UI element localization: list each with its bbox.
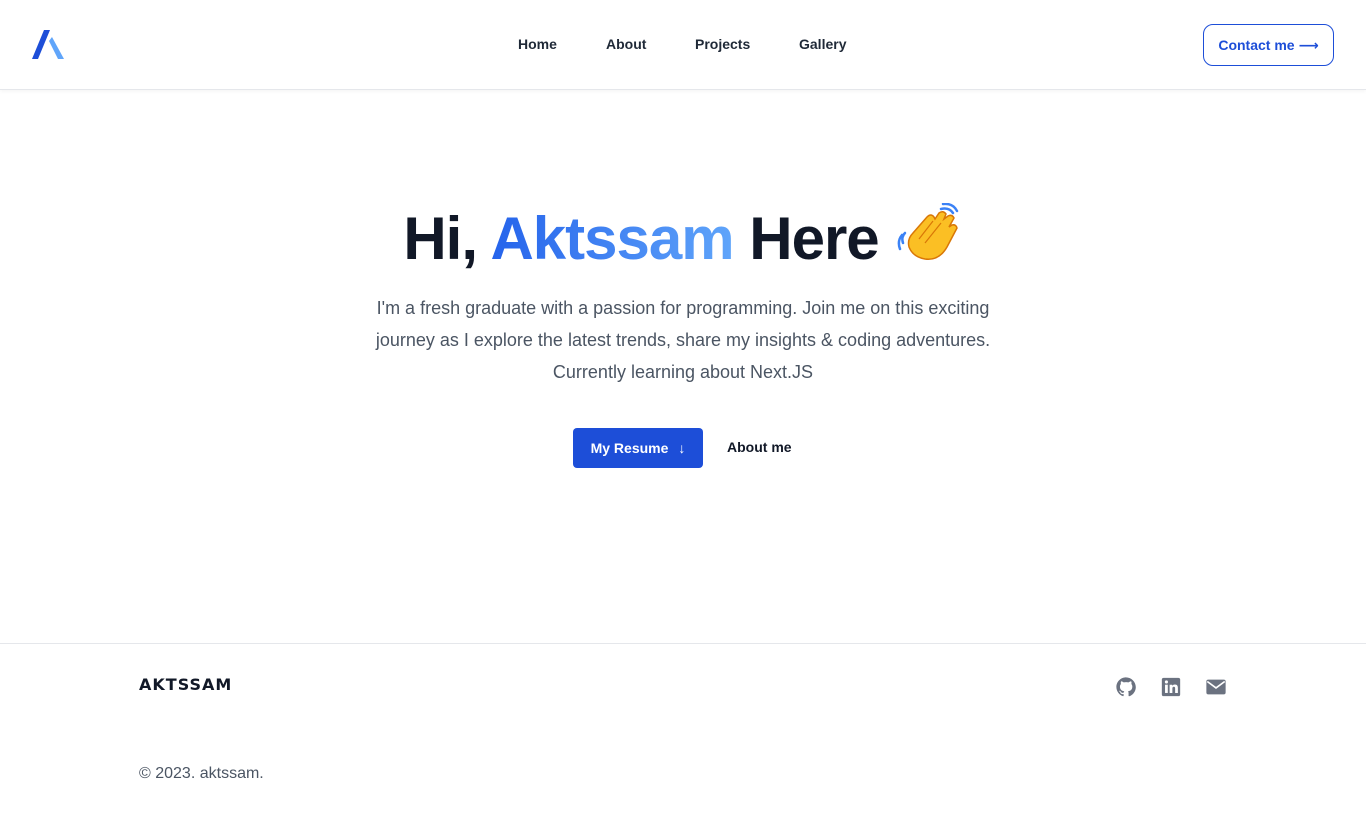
my-resume-label: My Resume (590, 440, 669, 456)
hero-subtitle-line: I'm a fresh graduate with a passion for … (376, 298, 990, 318)
mail-icon[interactable] (1205, 676, 1227, 698)
hero-title-name: Aktssam (490, 205, 734, 272)
hero-subtitle: I'm a fresh graduate with a passion for … (333, 292, 1033, 388)
waving-hand-icon (897, 203, 958, 260)
arrow-down-icon: ↓ (678, 440, 686, 456)
hero-title: Hi, Aktssam Here (0, 203, 1366, 273)
hero-subtitle-line: journey as I explore the latest trends, … (375, 330, 991, 350)
linkedin-icon[interactable] (1160, 676, 1182, 698)
main-nav: Home About Projects Gallery (0, 0, 1366, 90)
about-me-link[interactable]: About me (727, 439, 792, 455)
hero-subtitle-line: Currently learning about Next.JS (552, 362, 814, 382)
site-header: Home About Projects Gallery Contact me ⟶ (0, 0, 1366, 90)
copyright-text: © 2023. aktssam. (139, 765, 264, 782)
my-resume-button[interactable]: My Resume ↓ (573, 428, 703, 468)
nav-about[interactable]: About (606, 36, 646, 52)
hero-title-post: Here (733, 205, 879, 272)
contact-me-button[interactable]: Contact me ⟶ (1203, 24, 1334, 66)
arrow-right-icon: ⟶ (1298, 36, 1319, 53)
hero-title-pre: Hi, (403, 205, 491, 272)
nav-projects[interactable]: Projects (695, 36, 750, 52)
site-footer: AKTSSAM © 2023. aktssam. (0, 643, 1366, 817)
github-icon[interactable] (1115, 676, 1137, 698)
nav-home[interactable]: Home (518, 36, 557, 52)
nav-gallery[interactable]: Gallery (799, 36, 846, 52)
footer-logo[interactable]: AKTSSAM (139, 675, 232, 694)
contact-me-label: Contact me (1218, 37, 1295, 53)
